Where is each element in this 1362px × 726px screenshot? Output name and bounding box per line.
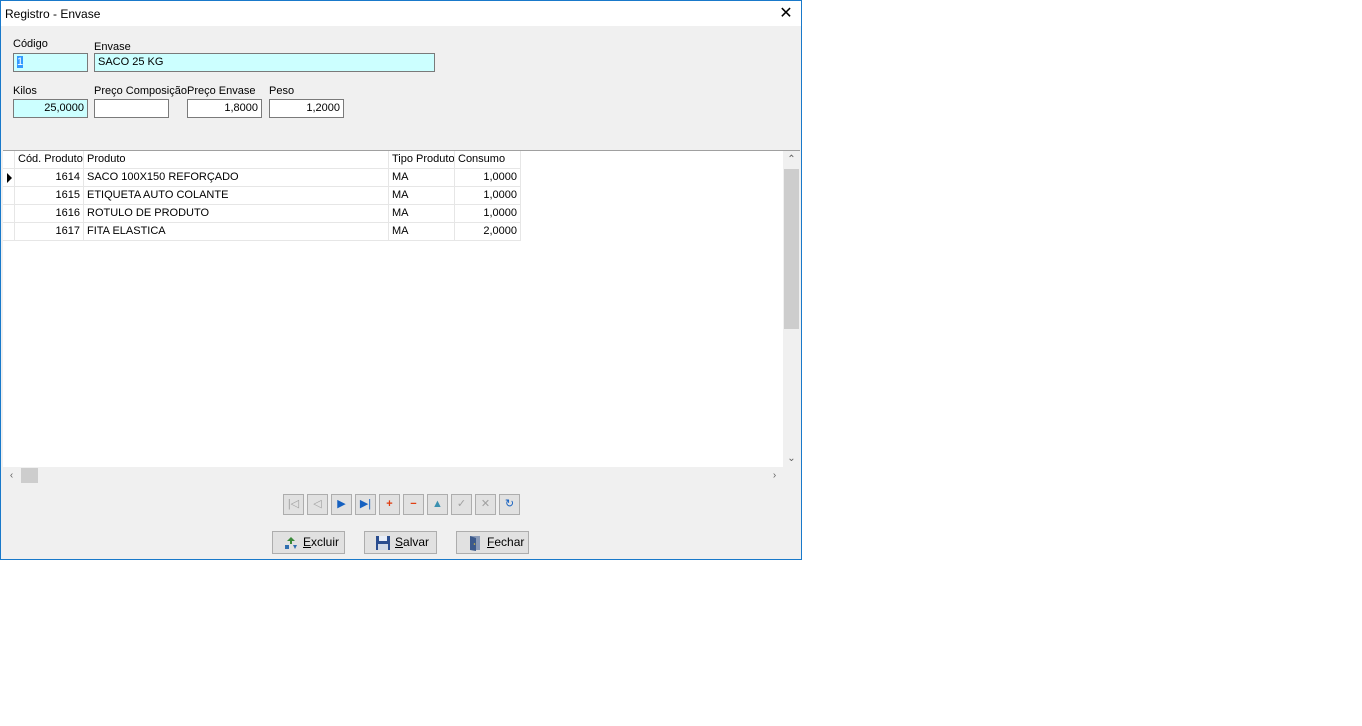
cell-cod-produto[interactable]: 1617 <box>15 223 84 241</box>
nav-delete-icon: − <box>410 498 417 510</box>
codigo-value: 1 <box>17 56 24 68</box>
nav-refresh-icon: ↻ <box>504 498 515 510</box>
close-button[interactable]: ✕ <box>771 1 801 26</box>
nav-first-icon: |◁ <box>287 498 300 510</box>
table-row[interactable]: 1616 ROTULO DE PRODUTO MA 1,0000 <box>3 205 521 223</box>
horizontal-scrollbar[interactable]: ‹ › <box>3 467 783 484</box>
row-indicator-cell <box>3 187 15 205</box>
produtos-grid[interactable]: Cód. Produto Produto Tipo Produto Consum… <box>3 150 800 484</box>
cell-consumo[interactable]: 1,0000 <box>455 169 521 187</box>
cell-cod-produto[interactable]: 1616 <box>15 205 84 223</box>
cell-produto[interactable]: SACO 100X150 REFORÇADO <box>84 169 389 187</box>
scroll-down-arrow-icon[interactable]: ⌄ <box>783 450 800 467</box>
vertical-scrollbar[interactable]: ⌃ ⌄ <box>783 151 800 467</box>
nav-last-button[interactable]: ▶| <box>355 494 376 515</box>
fechar-button[interactable]: Fechar <box>456 531 529 554</box>
fechar-label: echar <box>494 535 525 549</box>
registro-envase-window: Registro - Envase ✕ Código 1 Envase SACO… <box>0 0 802 560</box>
nav-prior-icon: ◁ <box>313 498 322 510</box>
cell-consumo[interactable]: 1,0000 <box>455 205 521 223</box>
nav-cancel-icon: ✕ <box>480 498 491 510</box>
nav-edit-button[interactable]: ▲ <box>427 494 448 515</box>
nav-edit-icon: ▲ <box>432 498 443 510</box>
title-bar: Registro - Envase ✕ <box>1 1 801 26</box>
cell-produto[interactable]: ETIQUETA AUTO COLANTE <box>84 187 389 205</box>
scrollbar-corner <box>783 467 800 484</box>
cell-cod-produto[interactable]: 1615 <box>15 187 84 205</box>
grid-body: Cód. Produto Produto Tipo Produto Consum… <box>3 151 783 467</box>
window-title: Registro - Envase <box>5 7 101 21</box>
scroll-left-arrow-icon[interactable]: ‹ <box>3 467 20 484</box>
excluir-button[interactable]: Excluir <box>272 531 345 554</box>
peso-field[interactable]: 1,2000 <box>269 99 344 118</box>
row-indicator-cell <box>3 169 15 187</box>
column-header-produto[interactable]: Produto <box>84 151 389 169</box>
nav-first-button[interactable]: |◁ <box>283 494 304 515</box>
nav-insert-icon: + <box>386 498 393 510</box>
kilos-field[interactable]: 25,0000 <box>13 99 88 118</box>
excluir-accel: E <box>303 535 312 549</box>
horizontal-scroll-thumb[interactable] <box>21 468 38 483</box>
cell-tipo-produto[interactable]: MA <box>389 169 455 187</box>
scroll-right-arrow-icon[interactable]: › <box>766 467 783 484</box>
row-indicator-cell <box>3 223 15 241</box>
floppy-disk-icon <box>376 536 390 550</box>
cell-tipo-produto[interactable]: MA <box>389 187 455 205</box>
nav-last-icon: ▶| <box>359 498 372 510</box>
envase-field[interactable]: SACO 25 KG <box>94 53 435 72</box>
nav-next-icon: ▶ <box>337 498 346 510</box>
nav-refresh-button[interactable]: ↻ <box>499 494 520 515</box>
column-header-cod-produto[interactable]: Cód. Produto <box>15 151 84 169</box>
header-indicator-cell <box>3 151 15 169</box>
peso-label: Peso <box>269 85 295 97</box>
row-indicator-cell <box>3 205 15 223</box>
table-row[interactable]: 1615 ETIQUETA AUTO COLANTE MA 1,0000 <box>3 187 521 205</box>
table-row[interactable]: 1614 SACO 100X150 REFORÇADO MA 1,0000 <box>3 169 521 187</box>
nav-insert-button[interactable]: + <box>379 494 400 515</box>
cell-produto[interactable]: ROTULO DE PRODUTO <box>84 205 389 223</box>
kilos-label: Kilos <box>13 85 37 97</box>
preco-composicao-field[interactable] <box>94 99 169 118</box>
table-row[interactable]: 1617 FITA ELASTICA MA 2,0000 <box>3 223 521 241</box>
recycle-icon <box>285 537 297 549</box>
cell-tipo-produto[interactable]: MA <box>389 223 455 241</box>
preco-envase-field[interactable]: 1,8000 <box>187 99 262 118</box>
preco-composicao-label: Preço Composição <box>94 85 187 97</box>
excluir-label: xcluir <box>311 535 340 549</box>
scroll-up-arrow-icon[interactable]: ⌃ <box>783 151 800 168</box>
cell-tipo-produto[interactable]: MA <box>389 205 455 223</box>
vertical-scroll-thumb[interactable] <box>784 169 799 329</box>
nav-cancel-button[interactable]: ✕ <box>475 494 496 515</box>
nav-next-button[interactable]: ▶ <box>331 494 352 515</box>
salvar-button[interactable]: Salvar <box>364 531 437 554</box>
nav-post-icon: ✓ <box>456 498 467 510</box>
column-header-consumo[interactable]: Consumo <box>455 151 521 169</box>
nav-delete-button[interactable]: − <box>403 494 424 515</box>
salvar-label: alvar <box>403 535 430 549</box>
preco-envase-label: Preço Envase <box>187 85 256 97</box>
codigo-label: Código <box>13 38 48 50</box>
envase-label: Envase <box>94 41 131 53</box>
current-row-arrow-icon <box>7 173 12 183</box>
cell-cod-produto[interactable]: 1614 <box>15 169 84 187</box>
nav-prior-button[interactable]: ◁ <box>307 494 328 515</box>
salvar-accel: S <box>395 535 404 549</box>
cell-consumo[interactable]: 1,0000 <box>455 187 521 205</box>
nav-post-button[interactable]: ✓ <box>451 494 472 515</box>
cell-produto[interactable]: FITA ELASTICA <box>84 223 389 241</box>
cell-consumo[interactable]: 2,0000 <box>455 223 521 241</box>
column-header-tipo-produto[interactable]: Tipo Produto <box>389 151 455 169</box>
door-exit-icon <box>470 536 480 551</box>
grid-header-row: Cód. Produto Produto Tipo Produto Consum… <box>3 151 521 169</box>
codigo-field[interactable]: 1 <box>13 53 88 72</box>
